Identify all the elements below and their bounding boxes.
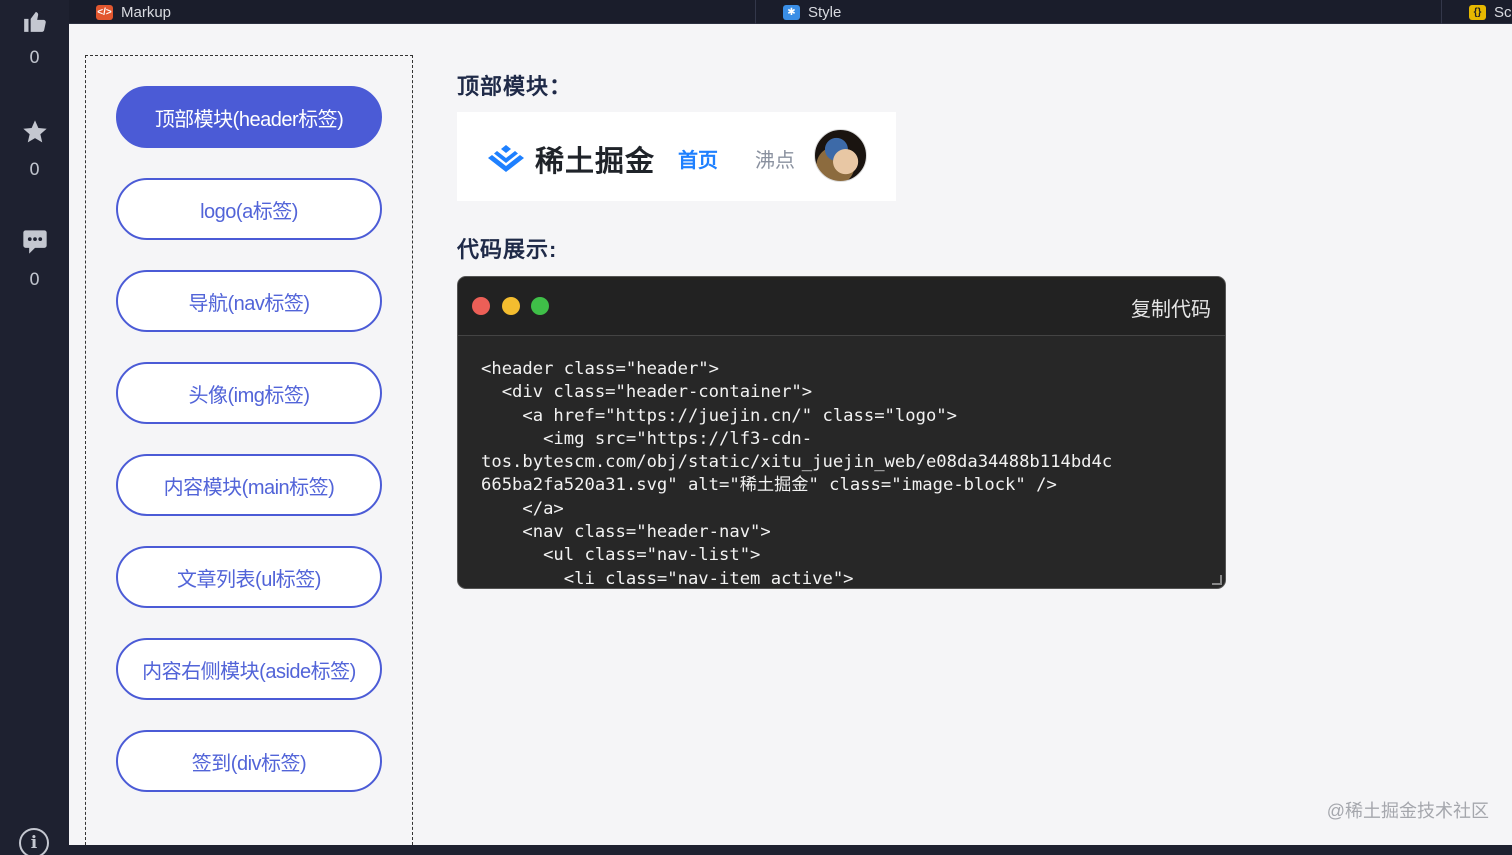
like-action[interactable]: 0 bbox=[0, 8, 69, 68]
tab-style[interactable]: ✱ Style bbox=[783, 0, 841, 24]
menu-item-article-list[interactable]: 文章列表(ul标签) bbox=[116, 546, 382, 608]
markup-icon: </> bbox=[96, 4, 113, 20]
comment-count: 0 bbox=[29, 270, 40, 290]
juejin-logo-icon bbox=[488, 145, 524, 172]
code-window: 复制代码 <header class="header"> <div class=… bbox=[457, 276, 1226, 589]
tab-style-label: Style bbox=[808, 3, 842, 21]
thumbs-up-icon bbox=[23, 11, 46, 32]
comment-action[interactable]: 0 bbox=[0, 228, 69, 290]
maximize-dot-icon bbox=[531, 297, 549, 315]
editor-tabs: </> Markup ✱ Style {} Sc bbox=[69, 0, 1512, 24]
side-rail: 0 0 0 i bbox=[0, 0, 69, 855]
tab-script[interactable]: {} Sc bbox=[1469, 0, 1512, 24]
header-section-title: 顶部模块： bbox=[457, 74, 573, 99]
menu-item-avatar[interactable]: 头像(img标签) bbox=[116, 362, 382, 424]
tab-markup-label: Markup bbox=[121, 3, 172, 21]
header-preview: 稀土掘金 首页 沸点 bbox=[457, 112, 896, 201]
like-count: 0 bbox=[29, 48, 40, 68]
menu-item-main[interactable]: 内容模块(main标签) bbox=[116, 454, 382, 516]
nav-link-home[interactable]: 首页 bbox=[678, 144, 718, 173]
info-icon[interactable]: i bbox=[19, 828, 49, 855]
favorite-action[interactable]: 0 bbox=[0, 118, 69, 180]
script-icon: {} bbox=[1469, 4, 1486, 20]
bottom-strip bbox=[69, 845, 1512, 855]
avatar[interactable] bbox=[814, 129, 867, 182]
code-content[interactable]: <header class="header"> <div class="head… bbox=[458, 336, 1225, 588]
tag-menu: 顶部模块(header标签) logo(a标签) 导航(nav标签) 头像(im… bbox=[85, 55, 413, 855]
menu-item-header[interactable]: 顶部模块(header标签) bbox=[116, 86, 382, 148]
style-icon: ✱ bbox=[783, 4, 800, 20]
logo[interactable]: 稀土掘金 bbox=[485, 138, 655, 180]
code-text: <header class="header"> <div class="head… bbox=[481, 359, 1113, 588]
menu-item-aside[interactable]: 内容右侧模块(aside标签) bbox=[116, 638, 382, 700]
menu-item-nav[interactable]: 导航(nav标签) bbox=[116, 270, 382, 332]
comment-icon bbox=[22, 230, 47, 254]
menu-item-logo[interactable]: logo(a标签) bbox=[116, 178, 382, 240]
watermark: @稀土掘金技术社区 bbox=[1326, 801, 1489, 821]
close-dot-icon bbox=[472, 297, 490, 315]
menu-item-checkin[interactable]: 签到(div标签) bbox=[116, 730, 382, 792]
code-window-header: 复制代码 bbox=[458, 277, 1225, 336]
tab-divider bbox=[1441, 0, 1442, 24]
minimize-dot-icon bbox=[502, 297, 520, 315]
tab-markup[interactable]: </> Markup bbox=[96, 0, 171, 24]
code-section-title: 代码展示: bbox=[457, 237, 558, 262]
logo-text: 稀土掘金 bbox=[535, 146, 656, 178]
resize-handle-icon[interactable] bbox=[1212, 575, 1222, 585]
star-icon bbox=[22, 120, 47, 143]
preview-area: 顶部模块(header标签) logo(a标签) 导航(nav标签) 头像(im… bbox=[69, 24, 1512, 855]
copy-code-button[interactable]: 复制代码 bbox=[1131, 293, 1211, 322]
favorite-count: 0 bbox=[29, 160, 40, 180]
nav-link-pins[interactable]: 沸点 bbox=[755, 144, 795, 173]
tab-divider bbox=[755, 0, 756, 24]
tab-script-label: Sc bbox=[1494, 3, 1512, 21]
